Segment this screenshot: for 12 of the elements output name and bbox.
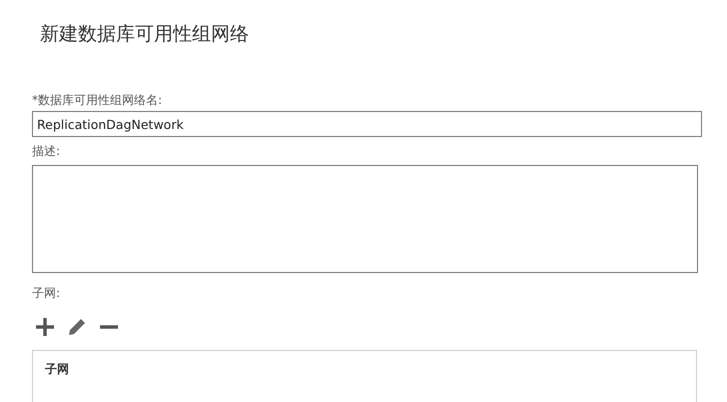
section-label: 子网:	[32, 285, 62, 301]
description-field[interactable]	[32, 165, 698, 273]
plus-icon	[35, 317, 55, 337]
name-field[interactable]: ReplicationDagNetwork	[32, 111, 702, 137]
edit-button[interactable]	[66, 316, 88, 338]
field-label: *数据库可用性组网络名:	[32, 92, 164, 108]
minus-icon	[99, 324, 119, 330]
dialog-title: 新建数据库可用性组网络	[40, 22, 250, 47]
add-button[interactable]	[34, 316, 56, 338]
pencil-icon	[67, 317, 87, 337]
column-header: 子网	[45, 361, 69, 378]
field-label: 描述:	[32, 143, 62, 159]
